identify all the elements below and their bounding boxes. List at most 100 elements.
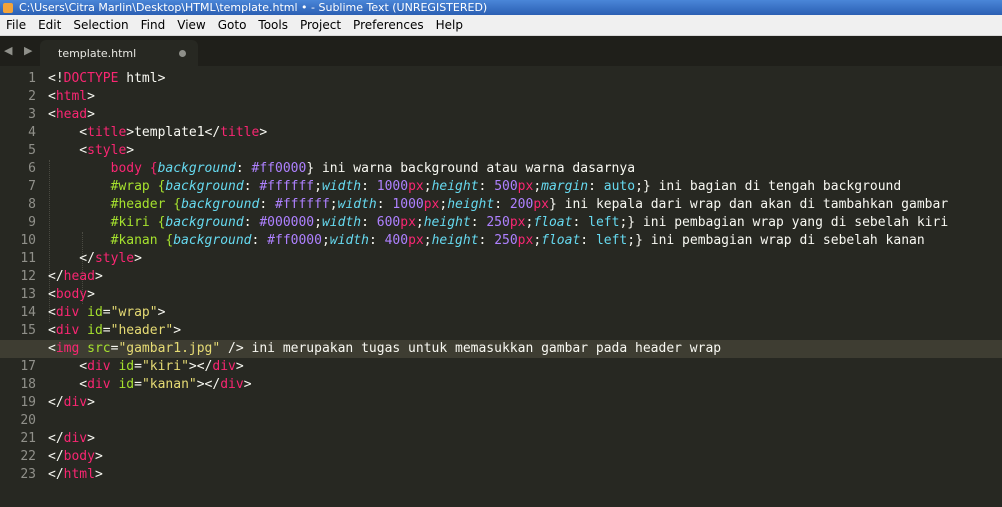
tab-label: template.html <box>58 46 137 60</box>
menu-goto[interactable]: Goto <box>212 15 253 35</box>
code-token: #000000 <box>259 215 315 230</box>
code-token: background <box>173 233 252 248</box>
menu-find[interactable]: Find <box>135 15 172 35</box>
code-line-3: <head> <box>48 106 1002 124</box>
code-token: > <box>134 251 142 266</box>
code-token: </ <box>48 467 64 482</box>
menu-file[interactable]: File <box>0 15 32 35</box>
code-token: px <box>400 215 416 230</box>
code-token: src <box>87 341 111 356</box>
code-token: width <box>329 233 369 248</box>
code-token: < <box>48 125 88 140</box>
code-line-12: </head> <box>48 268 1002 286</box>
code-line-2: <html> <box>48 88 1002 106</box>
code-token: ; <box>533 179 542 194</box>
code-line-4: <title>template1</title> <box>48 124 1002 142</box>
line-number: 10 <box>20 233 36 248</box>
code-token: ;} ini bagian di tengah background <box>635 179 902 194</box>
code-token: html <box>63 467 95 482</box>
code-token: #ff0000 <box>251 161 307 176</box>
line-number: 5 <box>28 143 36 158</box>
line-number: 11 <box>20 251 36 266</box>
code-token: height <box>423 215 471 230</box>
code-token: </ <box>48 449 64 464</box>
code-token: background <box>181 197 260 212</box>
code-token: #ffffff <box>259 179 315 194</box>
code-token: <! <box>48 71 64 86</box>
code-token: width <box>337 197 377 212</box>
code-token: "kanan" <box>141 377 197 392</box>
code-token: : <box>243 179 260 194</box>
code-line-23: </html> <box>48 466 1002 484</box>
code-token: > <box>87 431 95 446</box>
unsaved-dot-icon[interactable] <box>179 49 186 57</box>
line-number-gutter: 1 2 3 4 5 6 7 8 9 10 11 12 13 14 15 16 1… <box>0 70 36 484</box>
code-token: : <box>478 179 495 194</box>
code-token: ; <box>321 233 330 248</box>
tab-template-html[interactable]: template.html <box>40 40 198 66</box>
tab-nav-arrows-icon[interactable]: ◀ ▶ <box>4 44 36 57</box>
code-token: body <box>55 287 88 302</box>
code-editor[interactable]: 1 2 3 4 5 6 7 8 9 10 11 12 13 14 15 16 1… <box>0 66 1002 507</box>
menu-preferences[interactable]: Preferences <box>347 15 430 35</box>
tab-bar: ◀ ▶ template.html <box>0 36 1002 66</box>
code-token: style <box>94 251 135 266</box>
code-token: ></ <box>188 359 213 374</box>
code-line-18: <div id="kanan"></div> <box>48 376 1002 394</box>
menu-project[interactable]: Project <box>294 15 347 35</box>
line-number: 13 <box>20 287 36 302</box>
code-token: = <box>102 323 111 338</box>
code-token: div <box>87 359 111 374</box>
code-token: left <box>588 215 620 230</box>
code-token: auto <box>603 179 636 194</box>
menu-help[interactable]: Help <box>430 15 469 35</box>
code-token: : <box>572 215 589 230</box>
code-token: div <box>63 395 88 410</box>
code-token: width <box>321 215 362 230</box>
code-token: px <box>509 215 526 230</box>
menu-bar: File Edit Selection Find View Goto Tools… <box>0 15 1002 36</box>
code-token: width <box>321 179 362 194</box>
code-line-16-current: <img src="gambar1.jpg" /> ini merupakan … <box>0 340 1002 358</box>
code-token: } ini kepala dari wrap dan akan di tamba… <box>548 197 949 212</box>
code-token: body { <box>48 161 158 176</box>
code-token: #header { <box>48 197 182 212</box>
code-token: : <box>259 197 275 212</box>
code-token: < <box>48 143 88 158</box>
code-token: > <box>87 89 95 104</box>
code-token: float <box>533 215 573 230</box>
code-token: background <box>157 161 236 176</box>
code-token: > <box>87 287 95 302</box>
code-area[interactable]: <!DOCTYPE html> <html> <head> <title>tem… <box>0 70 1002 484</box>
line-number: 17 <box>20 359 36 374</box>
code-token: > <box>126 143 135 158</box>
menu-edit[interactable]: Edit <box>32 15 67 35</box>
menu-view[interactable]: View <box>171 15 211 35</box>
code-token: : <box>361 215 377 230</box>
code-token: < <box>48 107 56 122</box>
code-token: div <box>87 377 111 392</box>
code-token: : <box>361 179 377 194</box>
line-number: 6 <box>28 161 36 176</box>
code-line-17: <div id="kiri"></div> <box>48 358 1002 376</box>
code-token: < <box>48 287 56 302</box>
menu-tools[interactable]: Tools <box>252 15 294 35</box>
code-token: div <box>63 431 88 446</box>
code-token: div <box>55 323 80 338</box>
code-line-11: </style> <box>48 250 1002 268</box>
code-token: < <box>48 89 56 104</box>
code-token: "header" <box>110 323 174 338</box>
code-token: : <box>243 215 260 230</box>
code-token: px <box>517 179 534 194</box>
code-token: "wrap" <box>110 305 158 320</box>
code-token: > <box>235 359 244 374</box>
menu-selection[interactable]: Selection <box>67 15 134 35</box>
code-token: ; <box>329 197 338 212</box>
code-token: > <box>259 125 268 140</box>
line-number: 1 <box>28 71 36 86</box>
code-token: id <box>87 323 103 338</box>
code-token: "gambar1.jpg" <box>118 341 221 356</box>
code-line-7: #wrap {background: #ffffff;width: 1000px… <box>48 178 1002 196</box>
code-token: = <box>102 305 111 320</box>
code-token: </ <box>48 251 95 266</box>
